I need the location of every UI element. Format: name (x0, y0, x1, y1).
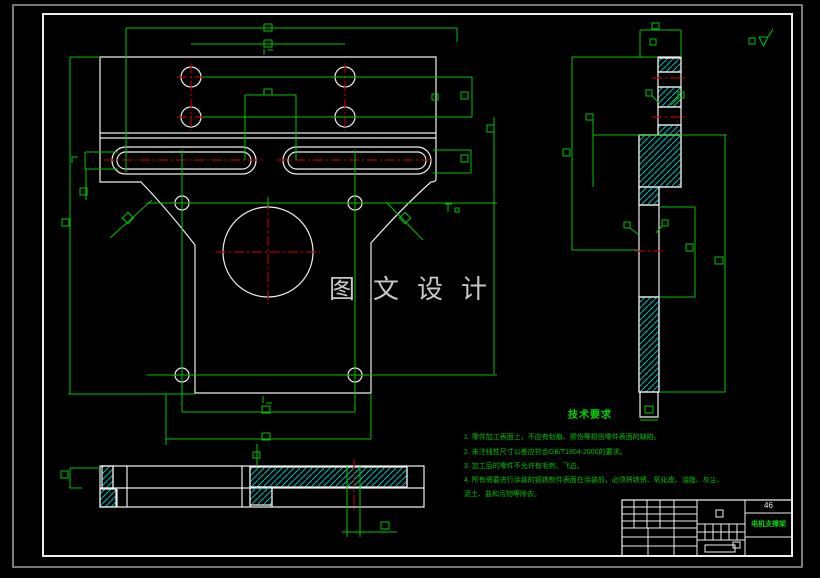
tech-requirement-item: 2. 未注线性尺寸公差应符合GB/T1804-2000的要求。 (464, 449, 627, 456)
surface-roughness-icon (624, 222, 639, 235)
dim-text-box (686, 244, 693, 251)
dim-text-box (645, 406, 653, 413)
bottom-section-view (100, 466, 424, 507)
dimensions-front-view (62, 24, 497, 466)
fillet-radius-leader (387, 203, 423, 240)
dim-text-box (381, 522, 389, 529)
tech-requirement-item: 4. 所有需要进行涂装的钢铁制件表面在涂装前，必须将铁锈、氧化皮、油脂、灰尘、 (464, 477, 724, 484)
surface-roughness-icon (646, 90, 659, 103)
tech-requirement-item: 1. 零件加工表面上，不应有划痕、擦伤等损伤零件表面的缺陷。 (464, 434, 661, 441)
tech-requirement-item: 3. 加工后的零件不允许有毛刺、飞边。 (464, 463, 584, 470)
dim-text-box (461, 92, 468, 99)
side-view (639, 57, 681, 417)
dim-text-box (563, 149, 570, 156)
title-block-material: 46 (764, 501, 773, 510)
watermark-text: 图文设计 (329, 275, 506, 305)
dim-text-box (62, 219, 69, 226)
cad-viewport: 图文设计 技术要求 1. 零件加工表面上，不应有划痕、擦伤等损伤零件表面的缺陷。… (0, 0, 820, 578)
dim-text-box (264, 89, 272, 95)
surface-roughness-icon (749, 29, 773, 46)
dim-text-box (61, 471, 68, 478)
dim-text-box (715, 257, 723, 264)
dim-text-box (650, 39, 656, 45)
dim-text-box (461, 155, 468, 162)
surface-roughness-icon (656, 220, 668, 233)
dim-text-box (586, 114, 593, 120)
dim-text-box (487, 125, 494, 132)
tech-requirement-item: 泥土、盐和污物等除去。 (464, 491, 541, 498)
dim-text-box (432, 94, 438, 100)
fillet-radius-leader (110, 200, 152, 238)
tech-requirements-title: 技术要求 (568, 410, 612, 421)
dim-text-box (652, 23, 659, 29)
title-block-part-name: 电机支撑架 (751, 521, 786, 528)
